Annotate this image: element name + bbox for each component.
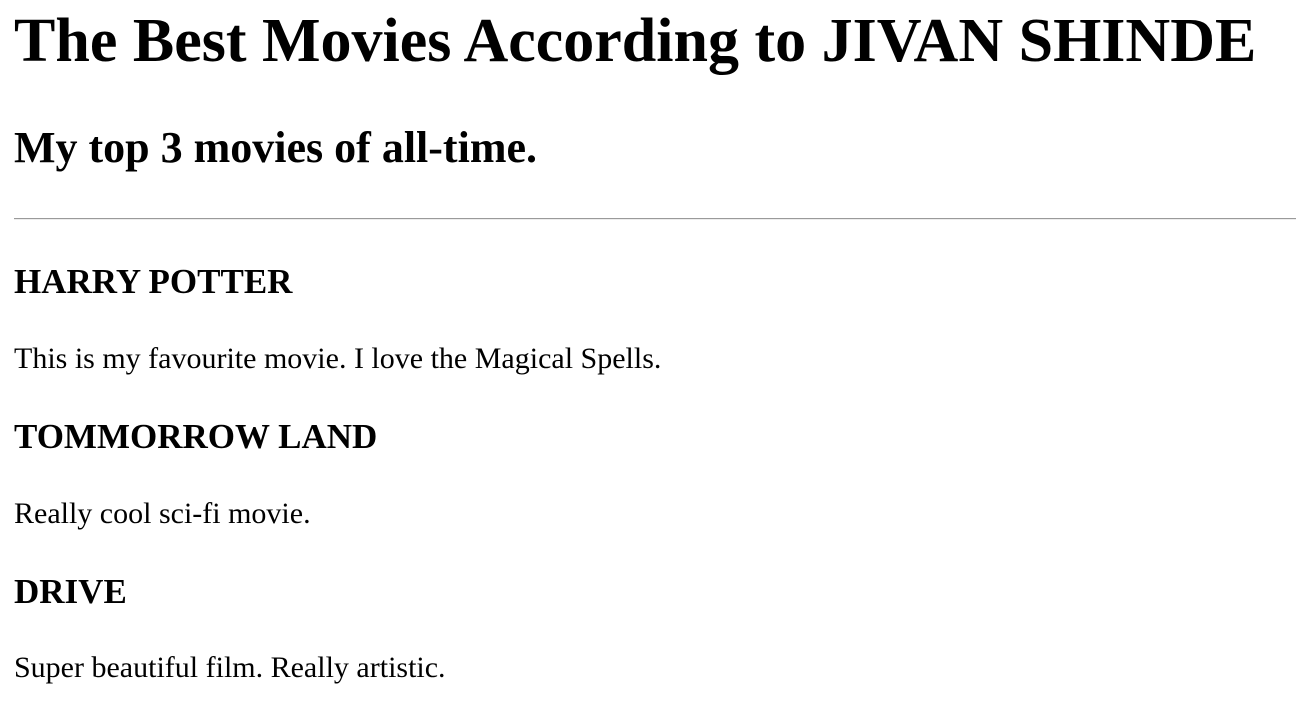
movie-title-drive: DRIVE xyxy=(14,572,127,611)
movie-description-tommorrow-land: Really cool sci-fi movie. xyxy=(14,497,311,530)
movie-description-harry-potter: This is my favourite movie. I love the M… xyxy=(14,342,662,375)
divider xyxy=(14,218,1296,220)
movie-title-harry-potter: HARRY POTTER xyxy=(14,262,293,301)
page-subtitle: My top 3 movies of all-time. xyxy=(14,123,537,172)
movie-title-tommorrow-land: TOMMORROW LAND xyxy=(14,417,378,456)
page-title: The Best Movies According to JIVAN SHIND… xyxy=(14,7,1257,75)
page: The Best Movies According to JIVAN SHIND… xyxy=(0,0,1296,728)
movie-description-drive: Super beautiful film. Really artistic. xyxy=(14,651,446,684)
